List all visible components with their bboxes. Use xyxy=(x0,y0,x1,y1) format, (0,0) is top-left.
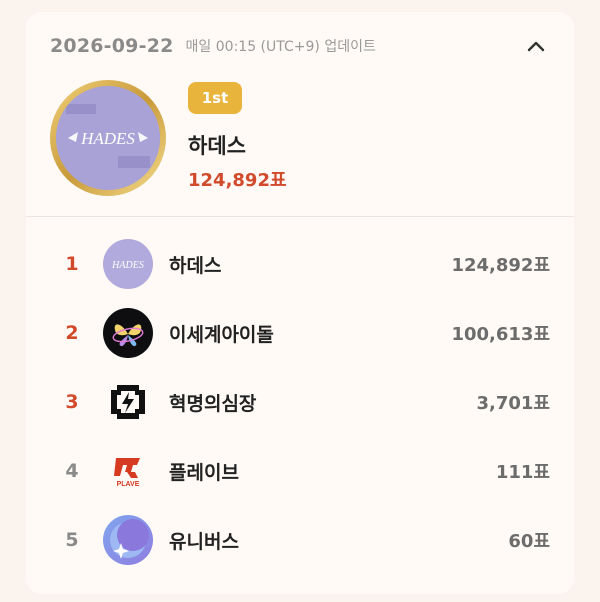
heart-gear-logo-icon xyxy=(103,377,153,427)
plave-logo-text: PLAVE xyxy=(117,481,140,488)
winner-name: 하데스 xyxy=(188,134,246,158)
winner-votes: 124,892표 xyxy=(188,170,287,191)
ranking-header: 2026-09-22 매일 00:15 (UTC+9) 업데이트 xyxy=(50,34,550,58)
vote-count: 111표 xyxy=(495,462,550,483)
list-item[interactable]: 2 이세계아이돌 100,613표 xyxy=(26,301,574,365)
artist-name: 하데스 xyxy=(169,254,222,277)
vote-count: 60표 xyxy=(508,531,550,552)
universe-logo-icon xyxy=(103,515,153,565)
update-note: 매일 00:15 (UTC+9) 업데이트 xyxy=(185,39,376,55)
list-item[interactable]: 5 유니버스 60표 xyxy=(26,508,574,572)
rank-number: 5 xyxy=(65,529,79,551)
chevron-up-icon[interactable] xyxy=(524,34,548,58)
rank-number: 3 xyxy=(65,391,79,413)
hades-logo: HADES xyxy=(103,239,153,289)
hades-logo-text: HADES xyxy=(111,260,144,271)
vote-count: 124,892표 xyxy=(451,255,550,276)
winner-logo-text: HADES xyxy=(80,129,135,148)
winner-section: HADES 1st 하데스 124,892표 xyxy=(50,80,550,200)
list-item[interactable]: 4 PLAVE 플레이브 111표 xyxy=(26,439,574,503)
divider xyxy=(26,216,574,217)
vote-count: 3,701표 xyxy=(476,393,551,414)
artist-name: 유니버스 xyxy=(169,530,239,553)
winner-avatar[interactable]: HADES xyxy=(50,80,166,196)
artist-name: 혁명의심장 xyxy=(169,392,257,415)
artist-name: 플레이브 xyxy=(169,461,239,484)
rank-number: 4 xyxy=(65,460,79,482)
butterfly-logo-icon xyxy=(103,308,153,358)
artist-name: 이세계아이돌 xyxy=(169,323,274,346)
vote-count: 100,613표 xyxy=(451,324,550,345)
ranking-card: 2026-09-22 매일 00:15 (UTC+9) 업데이트 HADES 1… xyxy=(26,12,574,594)
first-place-badge: 1st xyxy=(188,82,242,114)
rank-number: 2 xyxy=(65,322,79,344)
list-item[interactable]: 1 HADES 하데스 124,892표 xyxy=(26,232,574,296)
list-item[interactable]: 3 혁명의심장 3,701표 xyxy=(26,370,574,434)
ranking-date: 2026-09-22 xyxy=(50,35,174,57)
rank-number: 1 xyxy=(65,253,79,275)
plave-logo: PLAVE xyxy=(103,446,153,496)
